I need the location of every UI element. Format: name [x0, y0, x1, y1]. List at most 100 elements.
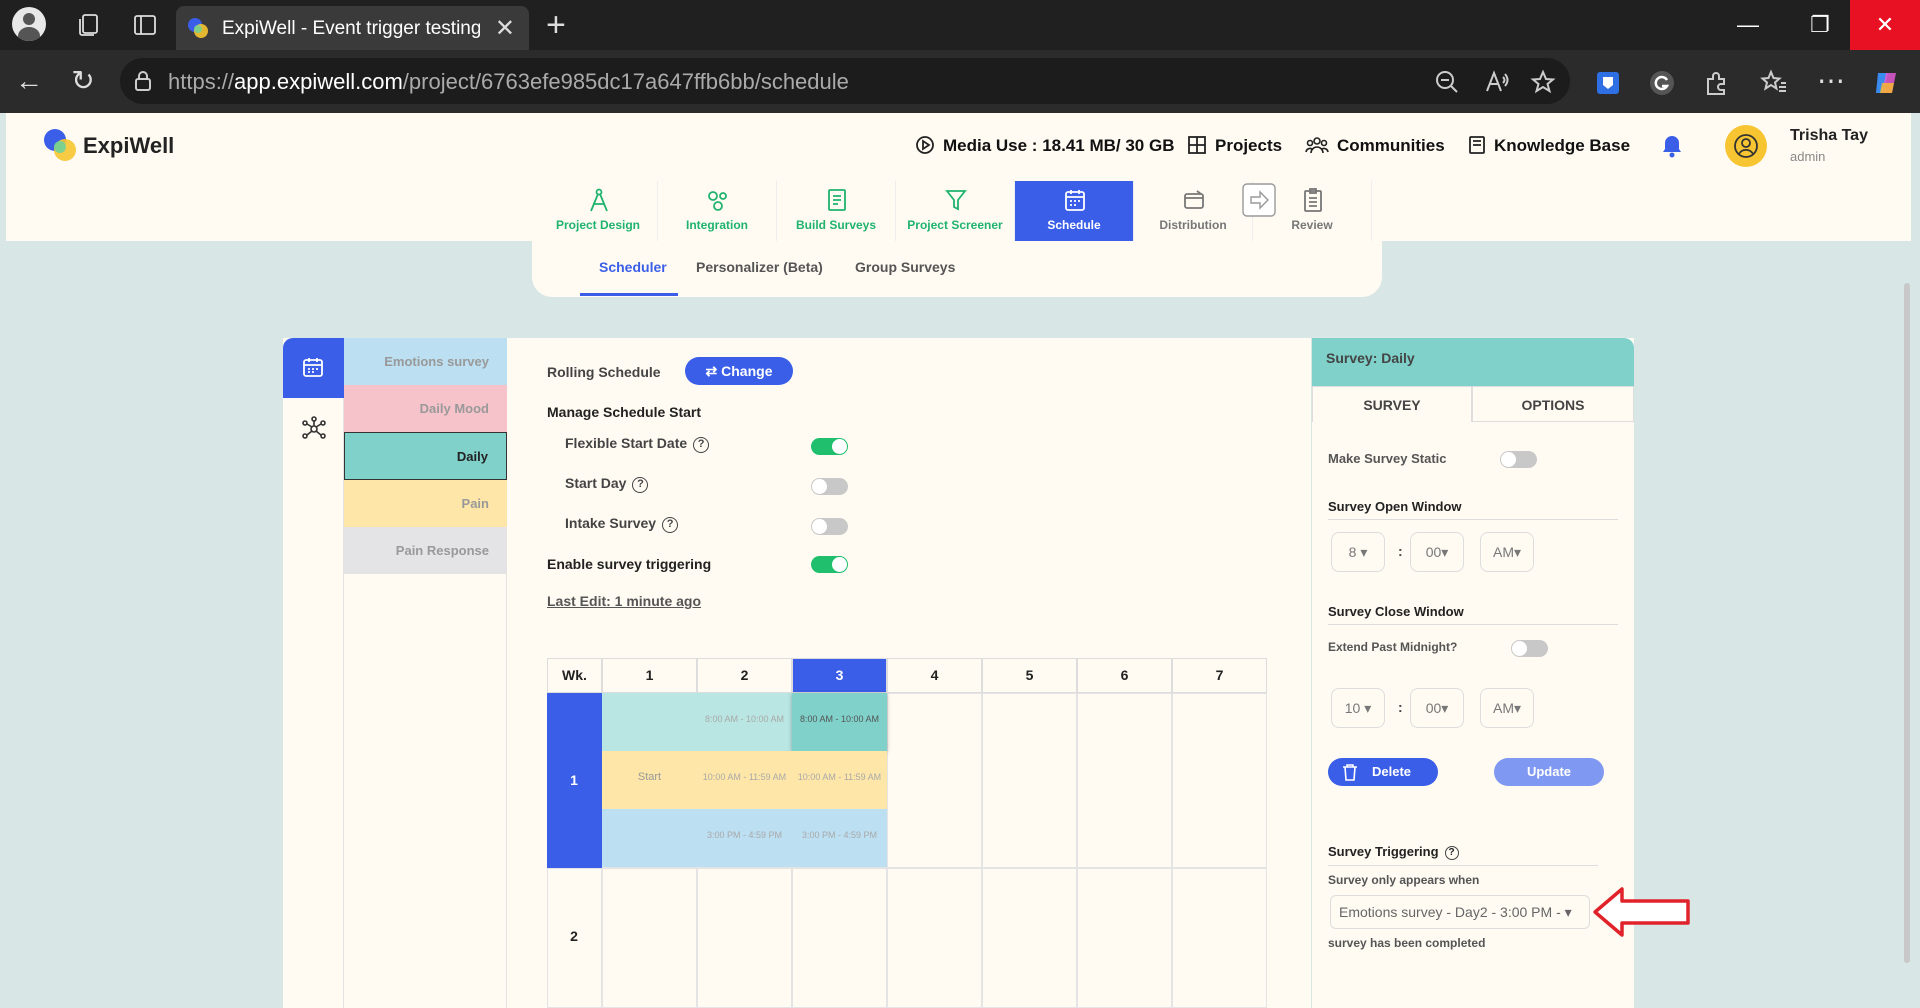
close-window-button[interactable]: ✕ [1850, 0, 1920, 50]
change-schedule-button[interactable]: ⇄ Change [685, 357, 793, 385]
make-static-toggle[interactable] [1500, 451, 1537, 468]
next-arrow-icon[interactable] [1242, 183, 1276, 217]
open-window-label: Survey Open Window [1328, 499, 1462, 514]
read-aloud-icon[interactable] [1484, 69, 1510, 95]
user-role: admin [1790, 149, 1826, 164]
subtab-scheduler[interactable]: Scheduler [599, 259, 667, 275]
schedule-block[interactable]: 3:00 PM - 4:59 PM [792, 809, 887, 867]
last-edit-link[interactable]: Last Edit: 1 minute ago [547, 593, 701, 609]
address-bar-row: ← ↻ https://app.expiwell.com/project/676… [0, 50, 1920, 113]
start-block[interactable]: Start [602, 751, 697, 809]
day-cell[interactable] [982, 868, 1077, 1008]
day-header[interactable]: 1 [602, 658, 697, 693]
trigger-survey-select[interactable]: Emotions survey - Day2 - 3:00 PM - ▾ [1330, 895, 1590, 929]
minimize-button[interactable]: — [1712, 0, 1784, 50]
intake-survey-label: Intake Survey? [565, 515, 679, 533]
help-icon[interactable]: ? [632, 477, 649, 493]
schedule-block[interactable] [602, 693, 697, 751]
day-cell[interactable] [887, 693, 982, 868]
step-integration[interactable]: Integration [658, 181, 777, 241]
profile-icon[interactable] [12, 7, 46, 41]
day-cell[interactable] [1172, 693, 1267, 868]
extension-shield-icon[interactable] [1594, 69, 1622, 97]
start-day-toggle[interactable] [811, 478, 848, 495]
avatar[interactable] [1725, 125, 1767, 167]
restore-button[interactable]: ❐ [1784, 0, 1856, 50]
close-minute-select[interactable]: 00▾ [1410, 688, 1464, 728]
copilot-icon[interactable] [1872, 69, 1900, 97]
open-hour-select[interactable]: 8 ▾ [1331, 532, 1385, 572]
back-icon[interactable]: ← [12, 64, 46, 98]
day-header[interactable]: 6 [1077, 658, 1172, 693]
help-icon[interactable]: ? [662, 517, 679, 533]
favorite-star-icon[interactable] [1530, 69, 1556, 95]
help-icon[interactable]: ? [693, 437, 710, 453]
more-menu-icon[interactable]: ⋯ [1814, 64, 1848, 98]
tab-close-icon[interactable]: ✕ [495, 14, 515, 43]
active-browser-tab[interactable]: ExpiWell - Event trigger testing (C ✕ [176, 6, 529, 50]
close-window-label: Survey Close Window [1328, 604, 1464, 619]
refresh-icon[interactable]: ↻ [66, 64, 100, 98]
survey-item-daily[interactable]: Daily [344, 432, 507, 480]
url-field[interactable]: https://app.expiwell.com/project/6763efe… [120, 58, 1570, 104]
subtab-group-surveys[interactable]: Group Surveys [855, 259, 955, 275]
survey-item-pain-response[interactable]: Pain Response [344, 527, 507, 574]
new-tab-button[interactable]: + [546, 6, 566, 45]
day-cell[interactable] [887, 868, 982, 1008]
network-icon[interactable] [301, 416, 327, 442]
step-project-screener[interactable]: Project Screener [896, 181, 1015, 241]
schedule-block[interactable]: 8:00 AM - 10:00 AM [697, 693, 792, 751]
survey-item-daily-mood[interactable]: Daily Mood [344, 385, 507, 432]
delete-button[interactable]: Delete [1328, 758, 1438, 786]
day-header-active[interactable]: 3 [792, 658, 887, 693]
schedule-block[interactable]: 10:00 AM - 11:59 AM [792, 751, 887, 809]
calendar-view-button[interactable] [283, 338, 344, 398]
tab-survey[interactable]: SURVEY [1312, 386, 1472, 422]
extend-midnight-toggle[interactable] [1511, 640, 1548, 657]
schedule-block[interactable]: 10:00 AM - 11:59 AM [697, 751, 792, 809]
help-icon[interactable]: ? [1444, 846, 1459, 860]
enable-triggering-toggle[interactable] [811, 556, 848, 573]
close-hour-select[interactable]: 10 ▾ [1331, 688, 1385, 728]
survey-item-emotions[interactable]: Emotions survey [344, 338, 507, 385]
subtab-personalizer[interactable]: Personalizer (Beta) [696, 259, 823, 275]
day-cell[interactable] [1077, 868, 1172, 1008]
day-header[interactable]: 5 [982, 658, 1077, 693]
day-header[interactable]: 4 [887, 658, 982, 693]
schedule-block[interactable]: 3:00 PM - 4:59 PM [697, 809, 792, 867]
tab-options[interactable]: OPTIONS [1472, 386, 1634, 422]
page-scrollbar[interactable] [1904, 283, 1910, 963]
update-button[interactable]: Update [1494, 758, 1604, 786]
schedule-block-selected[interactable]: 8:00 AM - 10:00 AM [792, 693, 887, 751]
grammarly-icon[interactable] [1648, 69, 1676, 97]
workspaces-icon[interactable] [77, 12, 103, 38]
schedule-block[interactable] [602, 809, 697, 867]
bell-icon[interactable] [1660, 133, 1684, 159]
knowledge-base-link[interactable]: Knowledge Base [1468, 135, 1630, 156]
flexible-start-toggle[interactable] [811, 438, 848, 455]
step-build-surveys[interactable]: Build Surveys [777, 181, 896, 241]
open-ampm-select[interactable]: AM▾ [1480, 532, 1534, 572]
day-cell[interactable] [1077, 693, 1172, 868]
day-header[interactable]: 2 [697, 658, 792, 693]
lock-icon[interactable] [134, 70, 152, 92]
step-distribution[interactable]: Distribution [1134, 181, 1253, 241]
extensions-icon[interactable] [1702, 69, 1730, 97]
communities-link[interactable]: Communities [1305, 135, 1445, 156]
projects-link[interactable]: Projects [1187, 135, 1282, 156]
intake-survey-toggle[interactable] [811, 518, 848, 535]
zoom-icon[interactable] [1434, 69, 1460, 95]
favorites-icon[interactable] [1760, 69, 1788, 97]
day-cell[interactable] [602, 868, 697, 1008]
day-header[interactable]: 7 [1172, 658, 1267, 693]
day-cell[interactable] [792, 868, 887, 1008]
day-cell[interactable] [1172, 868, 1267, 1008]
day-cell[interactable] [697, 868, 792, 1008]
close-ampm-select[interactable]: AM▾ [1480, 688, 1534, 728]
step-schedule[interactable]: Schedule [1015, 181, 1134, 241]
day-cell[interactable] [982, 693, 1077, 868]
survey-item-pain[interactable]: Pain [344, 480, 507, 527]
step-project-design[interactable]: Project Design [539, 181, 658, 241]
open-minute-select[interactable]: 00▾ [1410, 532, 1464, 572]
tab-actions-icon[interactable] [132, 12, 158, 38]
